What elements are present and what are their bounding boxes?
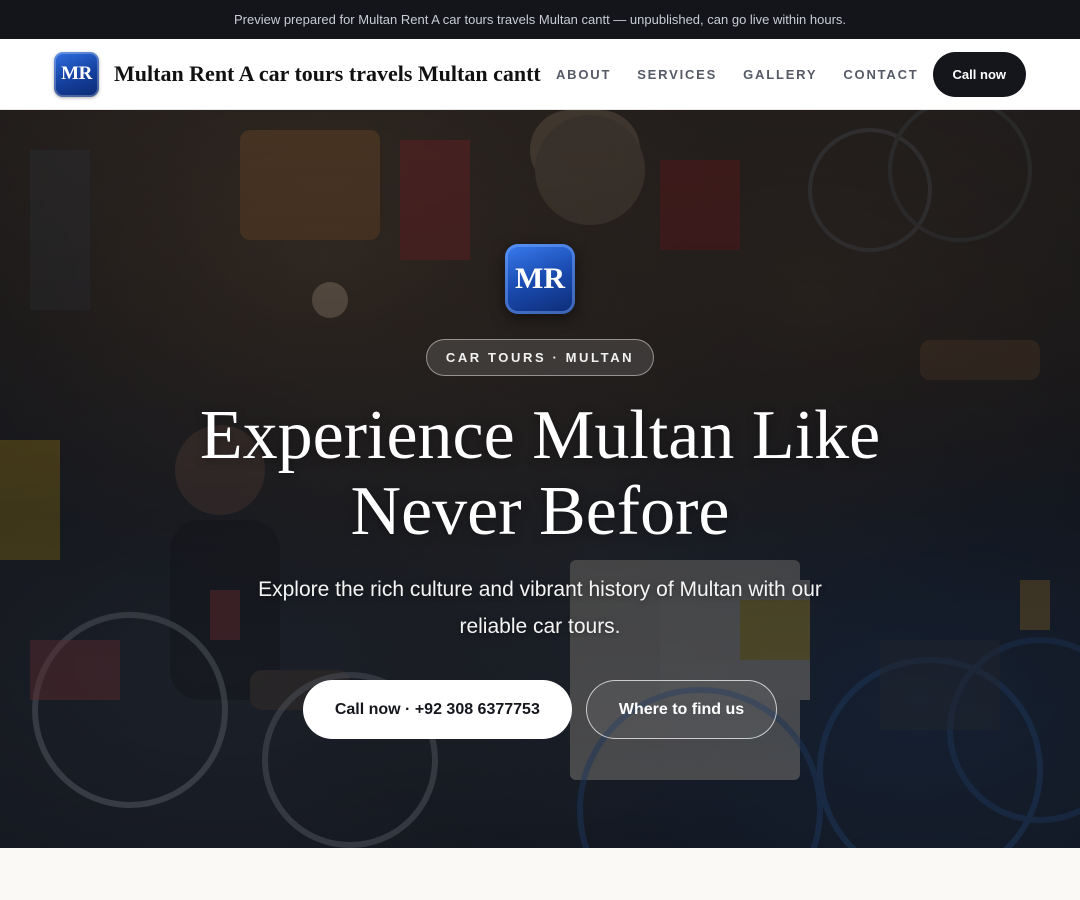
hero-subline: Explore the rich culture and vibrant his… (258, 578, 822, 638)
nav-link-services[interactable]: SERVICES (637, 67, 717, 82)
brand-name[interactable]: Multan Rent A car tours travels Multan c… (114, 61, 541, 87)
brand-logo[interactable]: MR (54, 51, 99, 97)
brand[interactable]: MR Multan Rent A car tours travels Multa… (54, 51, 541, 97)
nav-link-gallery[interactable]: GALLERY (743, 67, 817, 82)
nav-link-contact[interactable]: CONTACT (843, 67, 918, 82)
hero-cta-row: Call now · +92 308 6377753 Where to find… (302, 680, 778, 739)
call-phone-button[interactable]: Call now · +92 308 6377753 (302, 680, 572, 739)
hero-badge: CAR TOURS · MULTAN (425, 339, 655, 376)
hero-headline: Experience Multan Like Never Before (199, 397, 881, 550)
hero-content: MR CAR TOURS · MULTAN Experience Multan … (0, 110, 1080, 739)
nav-link-about[interactable]: ABOUT (556, 67, 611, 82)
hero-section: MR CAR TOURS · MULTAN Experience Multan … (0, 110, 1080, 848)
next-section (0, 848, 1080, 900)
find-us-button[interactable]: Where to find us (585, 680, 778, 739)
nav-links: ABOUT SERVICES GALLERY CONTACT (556, 67, 919, 82)
hero-logo: MR (505, 244, 575, 314)
call-now-button[interactable]: Call now (932, 51, 1026, 97)
preview-banner-text: Preview prepared for Multan Rent A car t… (233, 12, 847, 27)
preview-banner: Preview prepared for Multan Rent A car t… (0, 0, 1080, 39)
top-navbar: MR Multan Rent A car tours travels Multa… (0, 39, 1080, 110)
